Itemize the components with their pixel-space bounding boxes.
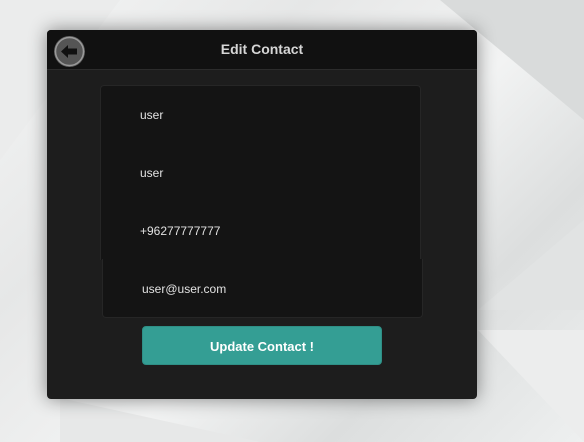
dialog-header: Edit Contact (47, 30, 477, 70)
email-field[interactable] (142, 279, 402, 299)
dialog-title: Edit Contact (220, 41, 304, 57)
update-contact-button[interactable]: Update Contact ! (142, 326, 382, 365)
edit-contact-dialog: Edit Contact Update Contact ! (47, 30, 477, 399)
back-button[interactable] (54, 36, 85, 67)
background-facet (478, 220, 584, 310)
background-facet (478, 330, 584, 442)
last-name-field[interactable] (140, 163, 400, 183)
phone-field[interactable] (140, 221, 400, 241)
arrow-left-icon (54, 36, 85, 67)
first-name-field[interactable] (140, 105, 400, 125)
background-facet (60, 398, 260, 442)
